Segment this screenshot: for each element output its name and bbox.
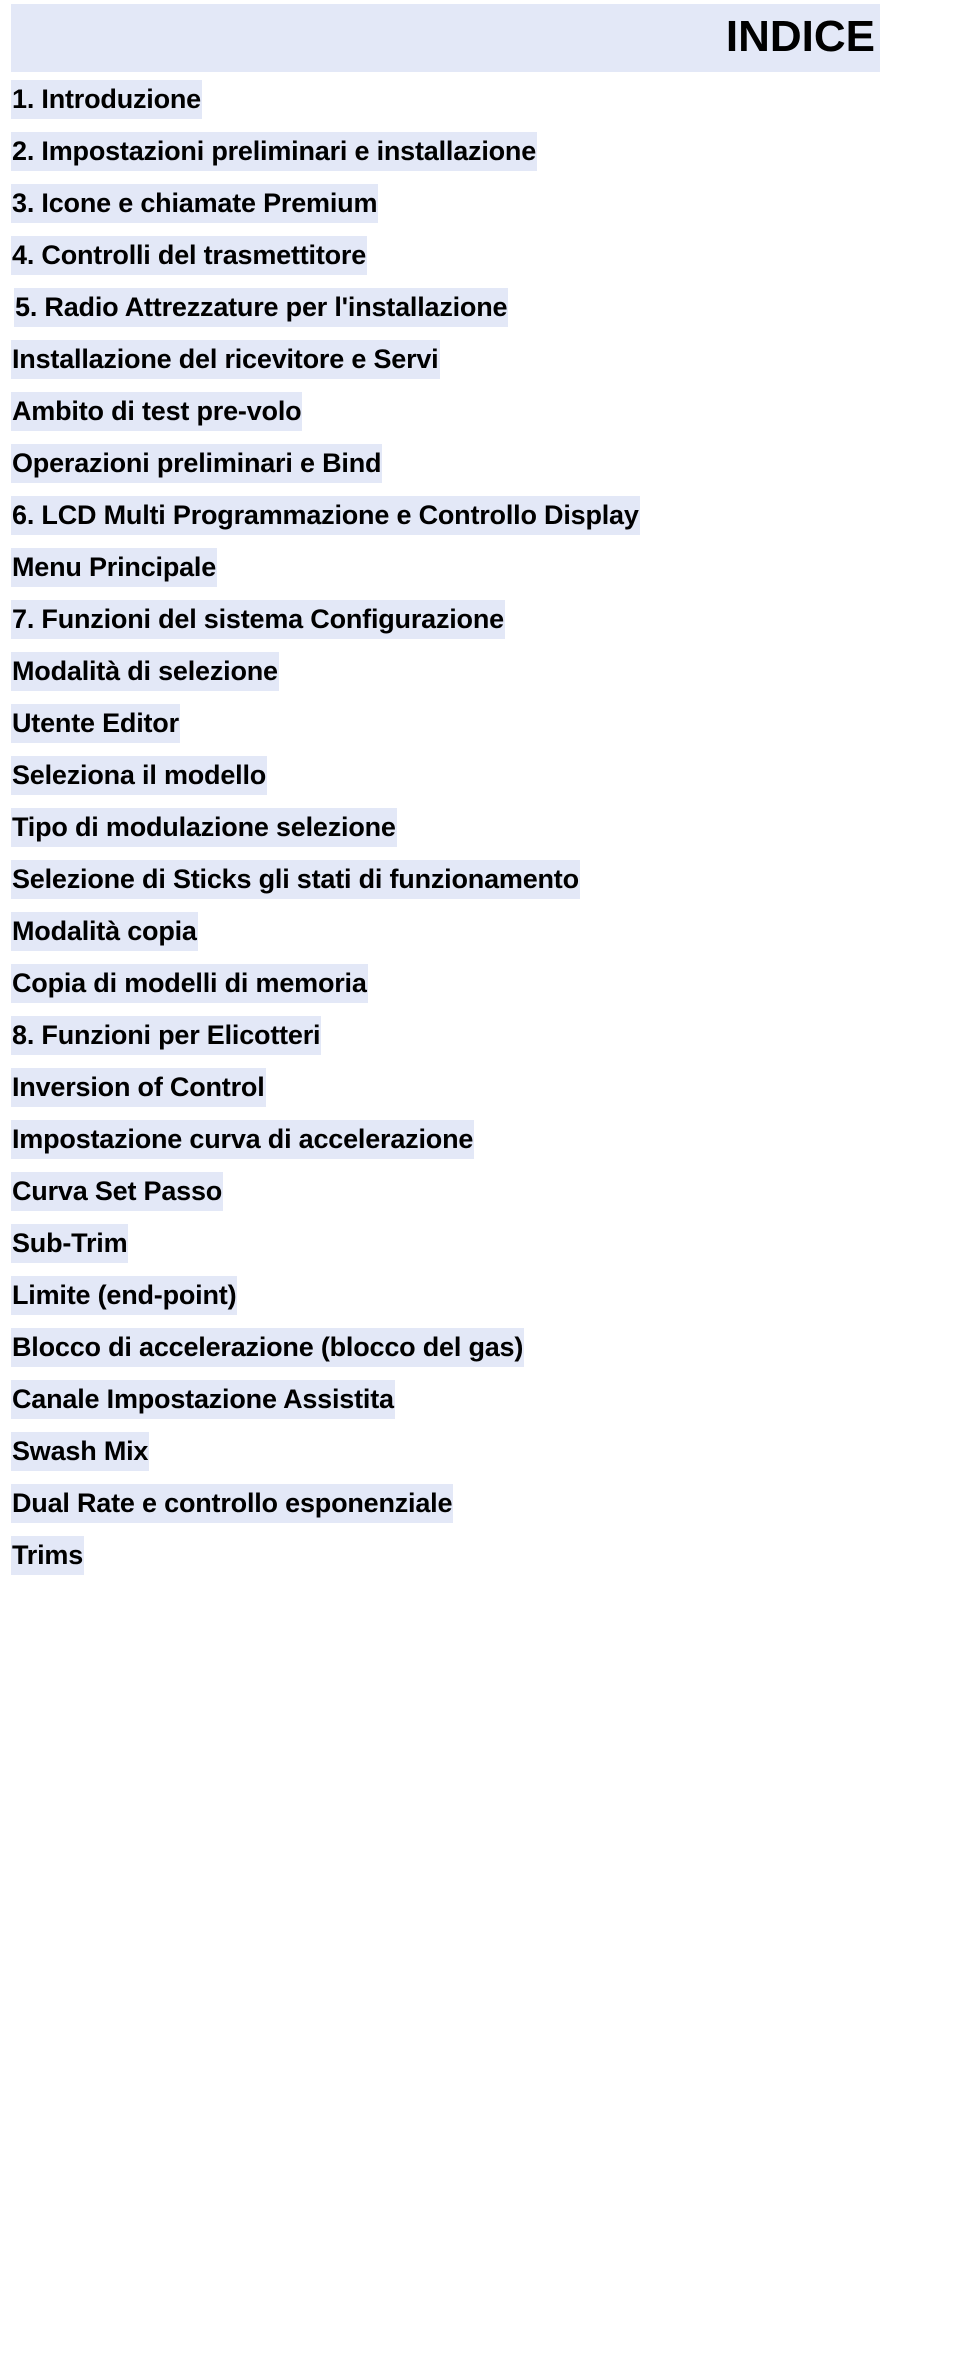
page-title: INDICE [725, 12, 875, 61]
toc-row: Menu Principale [0, 540, 960, 592]
toc-entry-link[interactable]: Sub-Trim [11, 1224, 129, 1263]
toc-entry-link[interactable]: 1. Introduzione [11, 80, 202, 119]
toc-row: 2. Impostazioni preliminari e installazi… [0, 124, 960, 176]
toc-entry-link[interactable]: 8. Funzioni per Elicotteri [11, 1016, 322, 1055]
toc-entry-link[interactable]: 7. Funzioni del sistema Configurazione [11, 600, 505, 639]
toc-row: Dual Rate e controllo esponenziale [0, 1476, 960, 1528]
toc-entry-link[interactable]: 3. Icone e chiamate Premium [11, 184, 379, 223]
toc-entry-link[interactable]: Swash Mix [11, 1432, 150, 1471]
toc-row: 8. Funzioni per Elicotteri [0, 1008, 960, 1060]
toc-row: Canale Impostazione Assistita [0, 1372, 960, 1424]
toc-entry-link[interactable]: Limite (end-point) [11, 1276, 238, 1315]
toc-entry-link[interactable]: Blocco di accelerazione (blocco del gas) [11, 1328, 525, 1367]
toc-entry-link[interactable]: Modalità di selezione [11, 652, 279, 691]
toc-entry-link[interactable]: Modalità copia [11, 912, 198, 951]
toc-row: Trims [0, 1528, 960, 1580]
toc-row: Modalità di selezione [0, 644, 960, 696]
document-page: INDICE 1. Introduzione 2. Impostazioni pr… [0, 0, 960, 2378]
toc-row: Seleziona il modello [0, 748, 960, 800]
toc-entry-link[interactable]: Impostazione curva di accelerazione [11, 1120, 475, 1159]
toc-entry-link[interactable]: Ambito di test pre-volo [11, 392, 303, 431]
toc-entry-link[interactable]: Selezione di Sticks gli stati di funzion… [11, 860, 580, 899]
toc-row: Inversion of Control [0, 1060, 960, 1112]
toc-entry-link[interactable]: Canale Impostazione Assistita [11, 1380, 395, 1419]
toc-header-band: INDICE [11, 4, 880, 72]
toc-row: 1. Introduzione [0, 72, 960, 124]
toc-row: Tipo di modulazione selezione [0, 800, 960, 852]
toc-row: Ambito di test pre-volo [0, 384, 960, 436]
toc-row: 6. LCD Multi Programmazione e Controllo … [0, 488, 960, 540]
toc-row: Modalità copia [0, 904, 960, 956]
toc-row: Sub-Trim [0, 1216, 960, 1268]
toc-entry-link[interactable]: Installazione del ricevitore e Servi [11, 340, 440, 379]
toc-entry-link[interactable]: Dual Rate e controllo esponenziale [11, 1484, 454, 1523]
toc-entry-link[interactable]: Trims [11, 1536, 85, 1575]
toc-entry-link[interactable]: 2. Impostazioni preliminari e installazi… [11, 132, 538, 171]
toc-row: 5. Radio Attrezzature per l'installazion… [0, 280, 960, 332]
toc-row: 4. Controlli del trasmettitore [0, 228, 960, 280]
toc-entry-link[interactable]: Seleziona il modello [11, 756, 268, 795]
toc-entry-link[interactable]: Utente Editor [11, 704, 180, 743]
toc-row: Installazione del ricevitore e Servi [0, 332, 960, 384]
toc-row: 7. Funzioni del sistema Configurazione [0, 592, 960, 644]
toc-row: Impostazione curva di accelerazione [0, 1112, 960, 1164]
toc-row: Selezione di Sticks gli stati di funzion… [0, 852, 960, 904]
toc-entry-link[interactable]: 5. Radio Attrezzature per l'installazion… [14, 288, 509, 327]
toc-row: Swash Mix [0, 1424, 960, 1476]
toc-entry-link[interactable]: Inversion of Control [11, 1068, 266, 1107]
toc-entry-link[interactable]: Curva Set Passo [11, 1172, 224, 1211]
toc-entry-link[interactable]: Menu Principale [11, 548, 218, 587]
toc-row: Curva Set Passo [0, 1164, 960, 1216]
toc-row: Limite (end-point) [0, 1268, 960, 1320]
toc-row: Operazioni preliminari e Bind [0, 436, 960, 488]
toc-row: Utente Editor [0, 696, 960, 748]
toc-row: Blocco di accelerazione (blocco del gas) [0, 1320, 960, 1372]
toc-row: Copia di modelli di memoria [0, 956, 960, 1008]
toc-entry-link[interactable]: Tipo di modulazione selezione [11, 808, 397, 847]
toc-entry-list: 1. Introduzione 2. Impostazioni prelimina… [0, 72, 960, 1580]
toc-entry-link[interactable]: 4. Controlli del trasmettitore [11, 236, 368, 275]
toc-entry-link[interactable]: 6. LCD Multi Programmazione e Controllo … [11, 496, 640, 535]
toc-entry-link[interactable]: Operazioni preliminari e Bind [11, 444, 383, 483]
toc-row: 3. Icone e chiamate Premium [0, 176, 960, 228]
toc-entry-link[interactable]: Copia di modelli di memoria [11, 964, 368, 1003]
